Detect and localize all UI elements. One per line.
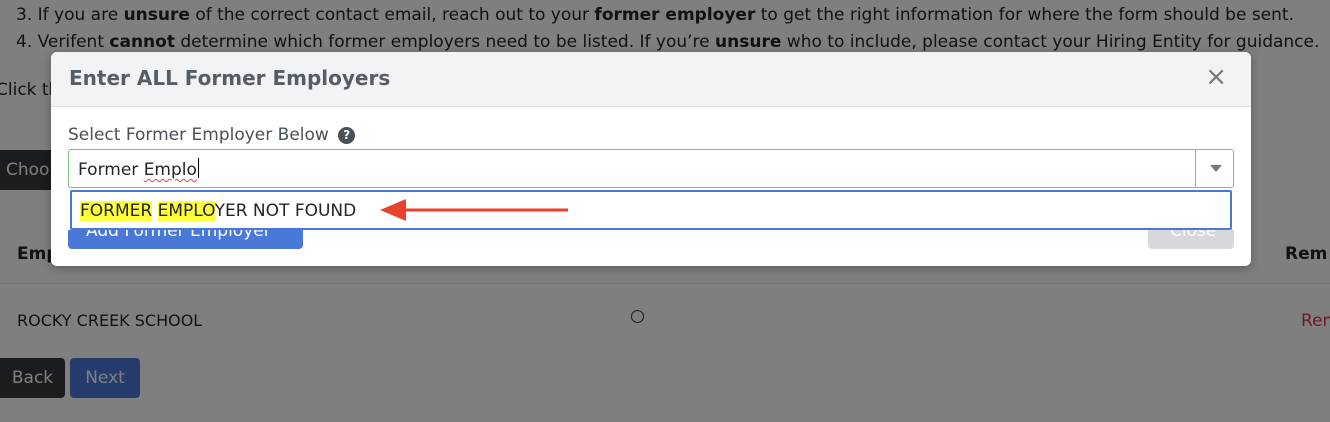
close-icon[interactable]: ×	[1205, 64, 1227, 90]
close-button-label: Close	[1170, 230, 1217, 241]
match-highlight: FORMER	[80, 201, 153, 221]
add-button-label: Add Former Employer	[86, 230, 271, 241]
match-highlight: EMPLO	[157, 201, 215, 221]
chevron-down-icon[interactable]	[1210, 165, 1222, 172]
modal-title: Enter ALL Former Employers	[69, 66, 391, 90]
field-label: Select Former Employer Below ?	[68, 125, 356, 145]
close-button[interactable]: Close	[1148, 230, 1234, 249]
input-text-misspelled: Emplo	[143, 160, 197, 180]
option-space	[152, 201, 157, 221]
add-former-employer-button[interactable]: Add Former Employer	[68, 230, 303, 249]
input-text-plain: Former	[78, 160, 144, 180]
option-rest: YER NOT FOUND	[214, 201, 357, 221]
former-employers-modal: Enter ALL Former Employers × Select Form…	[51, 52, 1251, 266]
help-icon[interactable]: ?	[338, 127, 356, 144]
text-cursor	[197, 158, 199, 178]
dropdown-option-not-found[interactable]: FORMER EMPLOYER NOT FOUND	[80, 201, 356, 221]
annotation-arrow-icon	[380, 199, 568, 221]
select-separator	[1195, 150, 1196, 187]
dropdown-list: FORMER EMPLOYER NOT FOUND	[70, 190, 1232, 230]
modal-header: Enter ALL Former Employers ×	[51, 52, 1251, 107]
select-input-value: Former Emplo	[78, 158, 199, 180]
employer-select-input[interactable]: Former Emplo	[68, 149, 1234, 188]
field-label-text: Select Former Employer Below	[68, 125, 329, 145]
